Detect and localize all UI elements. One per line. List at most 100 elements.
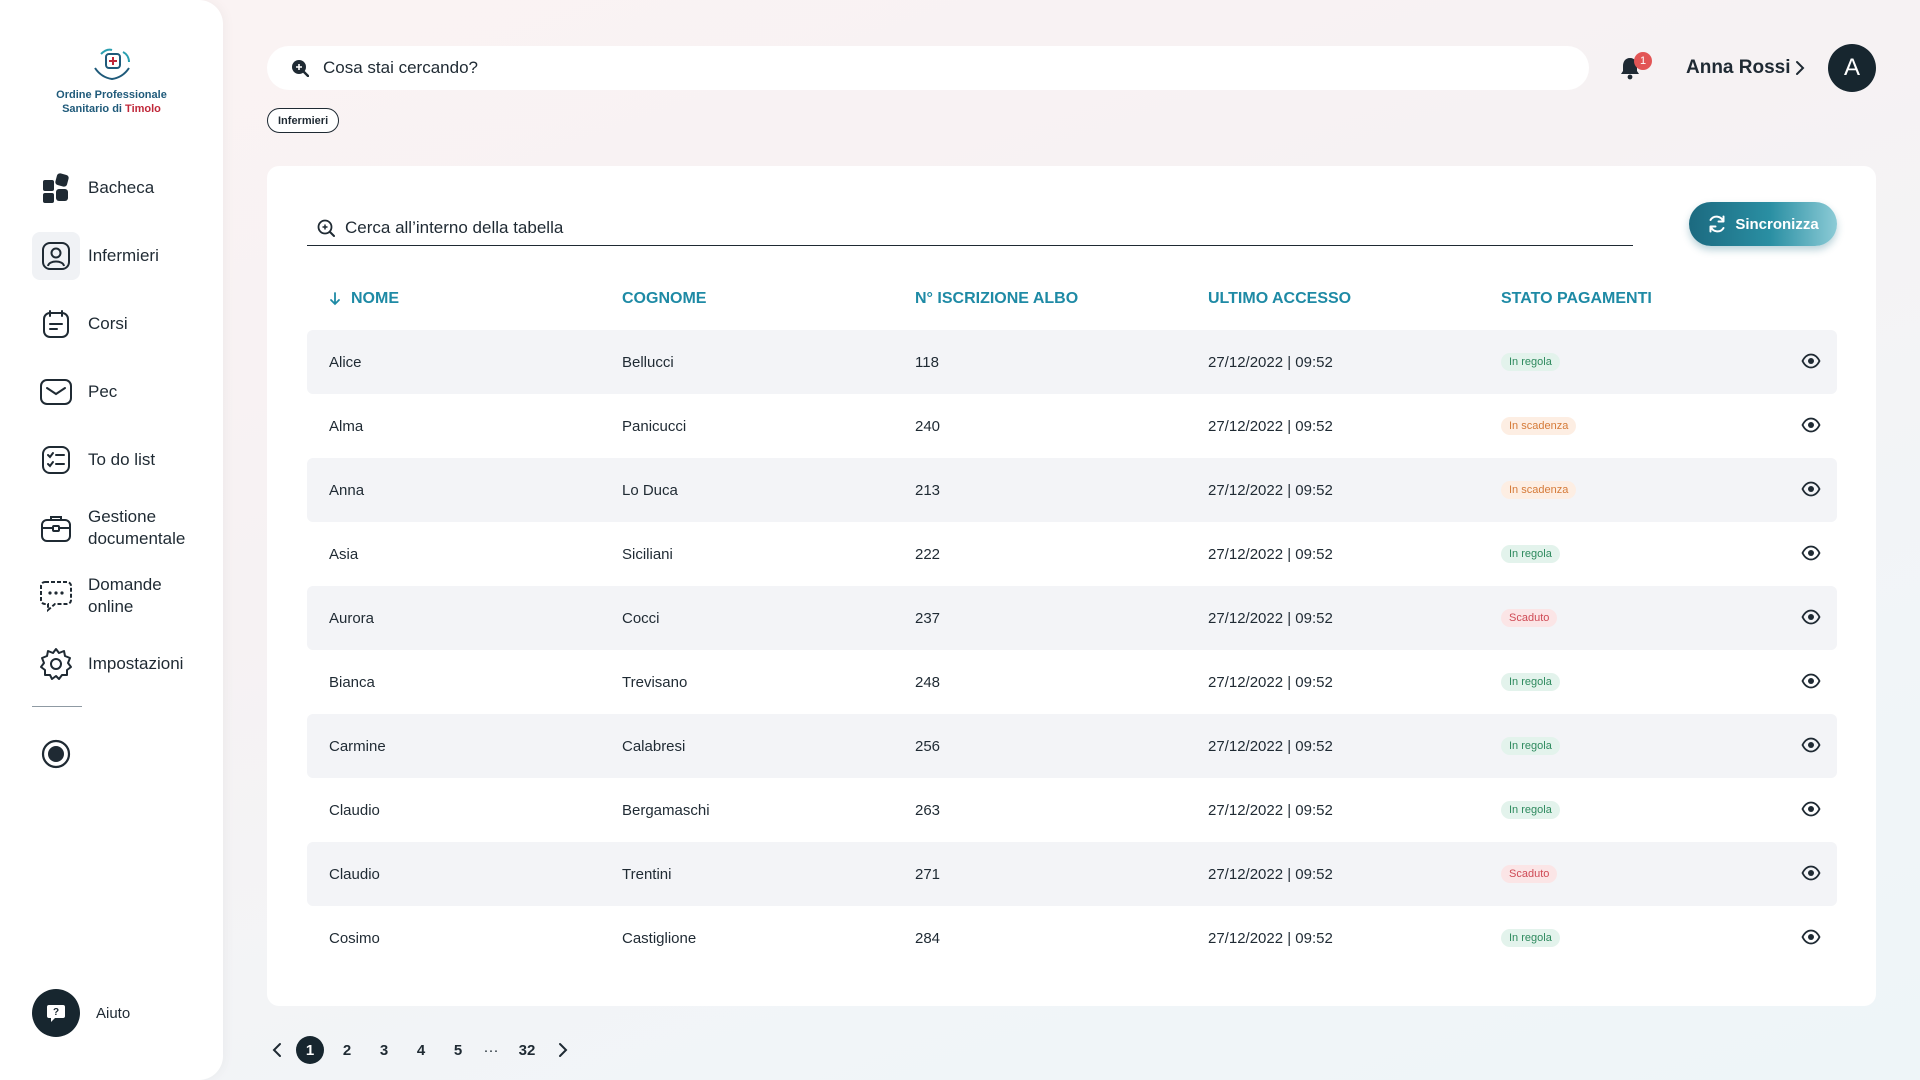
eye-icon[interactable] [1801, 352, 1821, 375]
cell-cognome: Calabresi [622, 737, 686, 755]
cell-stato-pagamenti: Scaduto [1501, 586, 1558, 650]
filter-chip[interactable]: Infermieri [267, 108, 340, 133]
column-header-iscrizione[interactable]: N° ISCRIZIONE ALBO [915, 290, 1078, 308]
eye-icon[interactable] [1801, 416, 1821, 439]
status-badge: In regola [1501, 545, 1560, 563]
sidebar-item-label: Corsi [88, 314, 128, 333]
sidebar-item-infermieri[interactable]: Infermieri [32, 232, 212, 280]
cell-stato-pagamenti: In regola [1501, 714, 1560, 778]
eye-icon[interactable] [1801, 480, 1821, 503]
cell-ultimo-accesso: 27/12/2022 | 09:52 [1208, 929, 1333, 947]
refresh-icon [1709, 215, 1725, 233]
cell-iscrizione: 222 [915, 545, 941, 563]
page-button-5[interactable]: 5 [444, 1036, 472, 1064]
cell-stato-pagamenti: In regola [1501, 650, 1560, 714]
table-row[interactable]: Alice Bellucci 118 27/12/2022 | 09:52 In reg… [307, 330, 1837, 394]
cell-iscrizione: 237 [915, 609, 941, 627]
sidebar-item-todo[interactable]: To do list [32, 436, 212, 484]
status-badge: In regola [1501, 801, 1560, 819]
theme-toggle-icon[interactable] [38, 736, 74, 777]
cell-cognome: Trevisano [622, 673, 688, 691]
sidebar-nav: Bacheca Infermieri Corsi Pec To do list [32, 164, 212, 708]
next-page-button[interactable] [553, 1036, 573, 1064]
page-button-last[interactable]: 32 [510, 1036, 544, 1064]
eye-icon[interactable] [1801, 800, 1821, 823]
eye-icon[interactable] [1801, 608, 1821, 631]
avatar[interactable]: A [1828, 44, 1876, 92]
table-row[interactable]: Cosimo Castiglione 284 27/12/2022 | 09:52 In… [307, 906, 1837, 970]
chevron-right-icon[interactable] [1794, 60, 1806, 81]
pagination: 1 2 3 4 5 ··· 32 [267, 1036, 582, 1064]
status-badge: In regola [1501, 737, 1560, 755]
sidebar-item-bacheca[interactable]: Bacheca [32, 164, 212, 212]
status-badge: Scaduto [1501, 609, 1558, 627]
table-row[interactable]: Carmine Calabresi 256 27/12/2022 | 09:52 In … [307, 714, 1837, 778]
cell-nome: Alice [329, 353, 362, 371]
sidebar: Ordine Professionale Sanitario di Timolo… [0, 0, 223, 1080]
sync-button[interactable]: Sincronizza [1689, 202, 1837, 246]
sidebar-item-pec[interactable]: Pec [32, 368, 212, 416]
search-icon [292, 60, 309, 77]
column-header-nome[interactable]: NOME [329, 290, 399, 308]
sidebar-item-gestione-documentale[interactable]: Gestione documentale [32, 504, 212, 552]
user-name[interactable]: Anna Rossi [1686, 57, 1791, 79]
logo-line1: Ordine Professionale [56, 89, 167, 101]
cell-nome: Anna [329, 481, 365, 499]
table-row[interactable]: Aurora Cocci 237 27/12/2022 | 09:52 Scaduto [307, 586, 1837, 650]
logo-line2-b: Timolo [125, 103, 161, 115]
chevron-right-icon [559, 1043, 568, 1057]
logo: Ordine Professionale Sanitario di Timolo [0, 44, 223, 116]
page-button-1[interactable]: 1 [296, 1036, 324, 1064]
table-row[interactable]: Claudio Bergamaschi 263 27/12/2022 | 09:52 I… [307, 778, 1837, 842]
eye-icon[interactable] [1801, 672, 1821, 695]
sidebar-item-label: Pec [88, 382, 118, 401]
cell-ultimo-accesso: 27/12/2022 | 09:52 [1208, 353, 1333, 371]
cell-stato-pagamenti: In scadenza [1501, 394, 1577, 458]
column-header-label: NOME [351, 290, 399, 307]
table-body: Alice Bellucci 118 27/12/2022 | 09:52 In reg… [307, 330, 1837, 970]
cell-iscrizione: 213 [915, 481, 941, 499]
logo-line2: Sanitario di Timolo [0, 102, 223, 116]
table-row[interactable]: Anna Lo Duca 213 27/12/2022 | 09:52 In scade… [307, 458, 1837, 522]
table-row[interactable]: Claudio Trentini 271 27/12/2022 | 09:52 Scad… [307, 842, 1837, 906]
column-header-stato-pagamenti[interactable]: STATO PAGAMENTI [1501, 290, 1652, 308]
table-row[interactable]: Alma Panicucci 240 27/12/2022 | 09:52 In sca… [307, 394, 1837, 458]
cell-nome: Carmine [329, 737, 386, 755]
eye-icon[interactable] [1801, 736, 1821, 759]
eye-icon[interactable] [1801, 864, 1821, 887]
sidebar-item-impostazioni[interactable]: Impostazioni [32, 640, 212, 688]
column-header-ultimo-accesso[interactable]: ULTIMO ACCESSO [1208, 290, 1351, 308]
help-button[interactable]: ? Aiuto [32, 989, 130, 1037]
global-search-input[interactable]: Cosa stai cercando? [267, 46, 1589, 90]
mail-icon [32, 368, 80, 416]
sidebar-item-domande-online[interactable]: Domande online [32, 572, 212, 620]
table-row[interactable]: Bianca Trevisano 248 27/12/2022 | 09:52 In r… [307, 650, 1837, 714]
sidebar-divider [32, 706, 82, 707]
cell-iscrizione: 284 [915, 929, 941, 947]
svg-text:?: ? [53, 1007, 59, 1018]
eye-icon[interactable] [1801, 928, 1821, 951]
checklist-icon [32, 436, 80, 484]
table-search-input[interactable]: Cerca all’interno della tabella [307, 210, 1633, 246]
global-search-placeholder: Cosa stai cercando? [323, 58, 478, 77]
page-button-4[interactable]: 4 [407, 1036, 435, 1064]
search-icon [317, 219, 335, 237]
table-row[interactable]: Asia Siciliani 222 27/12/2022 | 09:52 In reg… [307, 522, 1837, 586]
logo-text: Ordine Professionale Sanitario di Timolo [0, 88, 223, 116]
briefcase-icon [32, 504, 80, 552]
table-card: Cerca all’interno della tabella Sincroni… [267, 166, 1876, 1006]
page-button-2[interactable]: 2 [333, 1036, 361, 1064]
sidebar-item-label: Domande online [88, 575, 162, 616]
cell-iscrizione: 248 [915, 673, 941, 691]
cell-nome: Bianca [329, 673, 375, 691]
sidebar-item-corsi[interactable]: Corsi [32, 300, 212, 348]
page-button-3[interactable]: 3 [370, 1036, 398, 1064]
page-ellipsis: ··· [483, 1041, 499, 1059]
prev-page-button[interactable] [267, 1036, 287, 1064]
eye-icon[interactable] [1801, 544, 1821, 567]
cell-iscrizione: 256 [915, 737, 941, 755]
cell-stato-pagamenti: In regola [1501, 522, 1560, 586]
cell-nome: Claudio [329, 865, 380, 883]
column-header-cognome[interactable]: COGNOME [622, 290, 706, 308]
table-search-placeholder: Cerca all’interno della tabella [345, 217, 564, 237]
